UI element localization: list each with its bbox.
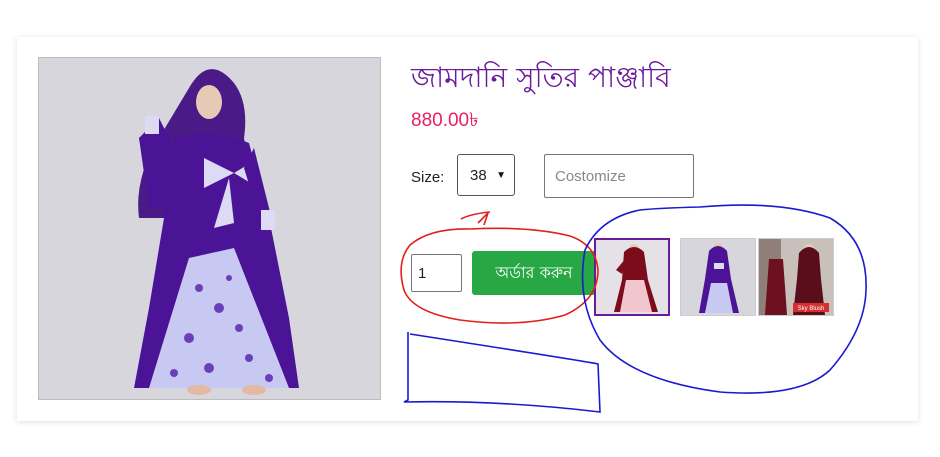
product-title: জামদানি সুতির পাঞ্জাবি [411, 61, 671, 94]
dress-illustration [39, 58, 380, 399]
size-label: Size: [411, 169, 445, 186]
thumbnail-1[interactable] [594, 238, 670, 316]
thumbnail-badge: Sky Blush [798, 306, 825, 312]
size-select-value: 38 [470, 166, 487, 184]
customize-input[interactable] [544, 154, 694, 198]
thumbnail-purple-dress-icon [681, 239, 755, 315]
thumbnail-maroon-dress-icon [596, 240, 668, 314]
quantity-input[interactable] [411, 254, 462, 292]
order-button[interactable]: অর্ডার করুন [472, 251, 596, 295]
size-select[interactable]: 38 ▼ [457, 154, 515, 196]
product-price: 880.00৳ [411, 110, 479, 131]
product-main-image[interactable] [38, 57, 381, 400]
thumbnail-3[interactable]: Sky Blush [758, 238, 834, 316]
thumbnail-2[interactable] [680, 238, 756, 316]
thumbnail-maroon-model-icon: Sky Blush [759, 239, 833, 315]
chevron-down-icon: ▼ [496, 169, 506, 181]
